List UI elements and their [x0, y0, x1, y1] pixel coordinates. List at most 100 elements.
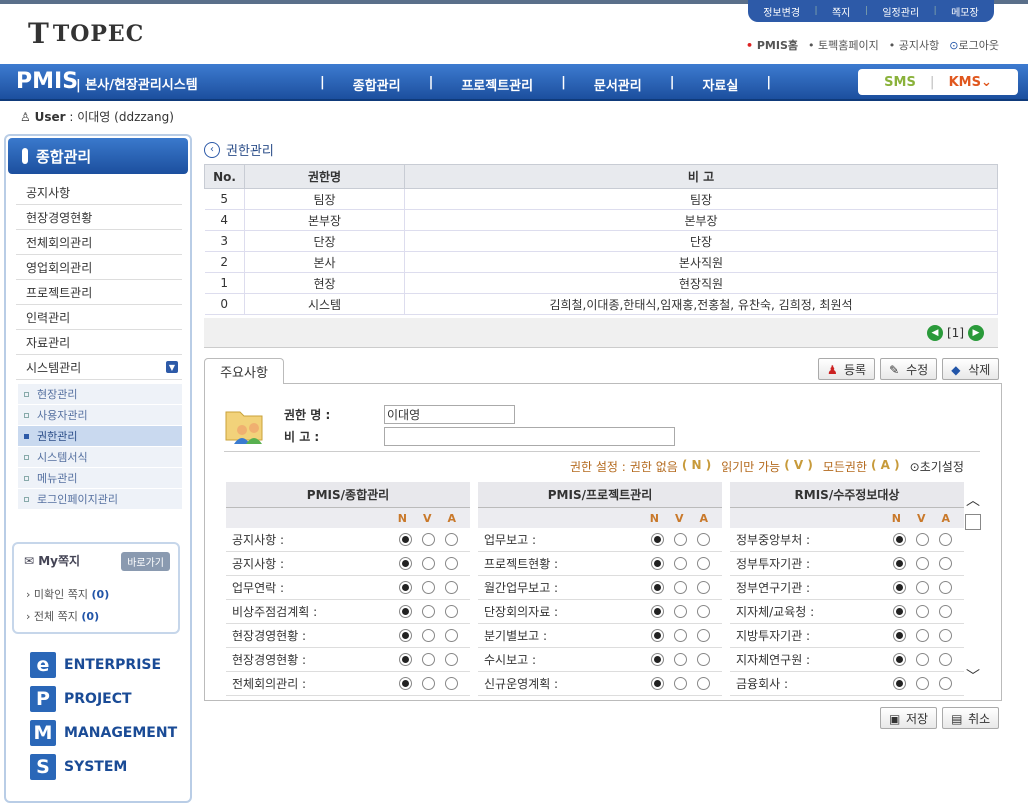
radio-v[interactable]: [916, 533, 929, 546]
radio-a[interactable]: [939, 629, 952, 642]
radio-n[interactable]: [399, 557, 412, 570]
sidebar-item-system[interactable]: 시스템관리 ▼: [16, 355, 182, 380]
radio-n[interactable]: [893, 605, 906, 618]
radio-v[interactable]: [674, 677, 687, 690]
save-button[interactable]: ▣ 저장: [880, 707, 938, 729]
radio-v[interactable]: [422, 605, 435, 618]
radio-a[interactable]: [939, 581, 952, 594]
homepage-link[interactable]: • 토펙홈페이지: [808, 37, 879, 53]
all-messages-link[interactable]: › 전체 쪽지 (0): [26, 608, 99, 624]
radio-n[interactable]: [893, 677, 906, 690]
radio-n[interactable]: [651, 557, 664, 570]
scroll-down-icon[interactable]: ﹀: [966, 666, 980, 686]
radio-v[interactable]: [674, 581, 687, 594]
radio-n[interactable]: [399, 677, 412, 690]
company-logo[interactable]: T TOPEC: [28, 20, 144, 48]
radio-v[interactable]: [422, 653, 435, 666]
radio-v[interactable]: [916, 557, 929, 570]
radio-n[interactable]: [399, 581, 412, 594]
radio-a[interactable]: [939, 533, 952, 546]
gnb-project[interactable]: 프로젝트관리: [461, 75, 533, 94]
radio-v[interactable]: [674, 533, 687, 546]
prev-page-icon[interactable]: ◀: [927, 324, 943, 341]
radio-v[interactable]: [422, 677, 435, 690]
gnb-general[interactable]: 종합관리: [353, 75, 401, 94]
table-row[interactable]: 3 단장 단장: [204, 230, 998, 252]
kms-button[interactable]: KMS⌄: [949, 75, 992, 90]
page-number[interactable]: [1]: [947, 326, 964, 340]
radio-n[interactable]: [893, 629, 906, 642]
radio-a[interactable]: [445, 677, 458, 690]
radio-v[interactable]: [422, 533, 435, 546]
radio-a[interactable]: [697, 557, 710, 570]
radio-a[interactable]: [939, 653, 952, 666]
radio-v[interactable]: [916, 629, 929, 642]
my-message-go-button[interactable]: 바로가기: [121, 552, 170, 571]
radio-v[interactable]: [916, 605, 929, 618]
util-schedule-link[interactable]: 일정관리: [882, 4, 919, 19]
notice-link[interactable]: • 공지사항: [889, 37, 939, 53]
delete-button[interactable]: ◆ 삭제: [942, 358, 1000, 380]
radio-v[interactable]: [674, 629, 687, 642]
radio-n[interactable]: [651, 677, 664, 690]
radio-n[interactable]: [399, 605, 412, 618]
sidebar-item-site-status[interactable]: 현장경영현황: [16, 205, 182, 230]
tab-main[interactable]: 주요사항: [204, 358, 284, 384]
note-input[interactable]: [384, 427, 675, 446]
radio-n[interactable]: [651, 653, 664, 666]
radio-a[interactable]: [697, 581, 710, 594]
radio-v[interactable]: [422, 629, 435, 642]
pmis-logo[interactable]: PMIS: [16, 69, 78, 94]
radio-a[interactable]: [697, 605, 710, 618]
table-row[interactable]: 5 팀장 팀장: [204, 188, 998, 210]
radio-a[interactable]: [697, 677, 710, 690]
pmis-home-link[interactable]: • PMIS홈: [746, 37, 798, 53]
radio-a[interactable]: [939, 605, 952, 618]
radio-a[interactable]: [939, 557, 952, 570]
reset-link[interactable]: ⊙초기설정: [910, 458, 964, 475]
back-arrow-icon[interactable]: ‹: [204, 141, 220, 158]
sidebar-item-all-meeting[interactable]: 전체회의관리: [16, 230, 182, 255]
sms-button[interactable]: SMS: [884, 75, 916, 90]
sub-item-site[interactable]: 현장관리: [18, 384, 182, 404]
sidebar-item-hr[interactable]: 인력관리: [16, 305, 182, 330]
sub-item-menus[interactable]: 메뉴관리: [18, 468, 182, 488]
radio-n[interactable]: [893, 533, 906, 546]
util-memo-link[interactable]: 메모장: [951, 4, 979, 19]
radio-a[interactable]: [445, 557, 458, 570]
table-row[interactable]: 4 본부장 본부장: [204, 209, 998, 231]
next-page-icon[interactable]: ▶: [968, 324, 984, 341]
radio-a[interactable]: [445, 605, 458, 618]
radio-n[interactable]: [893, 653, 906, 666]
radio-v[interactable]: [916, 581, 929, 594]
role-name-input[interactable]: 이대영: [384, 405, 515, 424]
radio-v[interactable]: [422, 557, 435, 570]
sub-item-forms[interactable]: 시스템서식: [18, 447, 182, 467]
radio-a[interactable]: [445, 533, 458, 546]
logout-link[interactable]: ⊙로그아웃: [949, 37, 999, 53]
radio-n[interactable]: [651, 605, 664, 618]
unread-messages-link[interactable]: › 미확인 쪽지 (0): [26, 586, 109, 602]
radio-n[interactable]: [651, 533, 664, 546]
sidebar-item-sales-meeting[interactable]: 영업회의관리: [16, 255, 182, 280]
radio-a[interactable]: [445, 629, 458, 642]
radio-a[interactable]: [445, 581, 458, 594]
radio-n[interactable]: [399, 653, 412, 666]
radio-v[interactable]: [674, 557, 687, 570]
edit-button[interactable]: ✎ 수정: [880, 358, 938, 380]
gnb-document[interactable]: 문서관리: [594, 75, 642, 94]
register-button[interactable]: ♟ 등록: [818, 358, 876, 380]
sidebar-item-project[interactable]: 프로젝트관리: [16, 280, 182, 305]
gnb-archive[interactable]: 자료실: [702, 75, 738, 94]
util-message-link[interactable]: 쪽지: [832, 4, 850, 19]
radio-v[interactable]: [916, 677, 929, 690]
radio-v[interactable]: [422, 581, 435, 594]
radio-a[interactable]: [445, 653, 458, 666]
radio-n[interactable]: [399, 533, 412, 546]
sidebar-item-notice[interactable]: 공지사항: [16, 180, 182, 205]
radio-v[interactable]: [674, 653, 687, 666]
radio-n[interactable]: [399, 629, 412, 642]
table-row[interactable]: 2 본사 본사직원: [204, 251, 998, 273]
radio-n[interactable]: [893, 581, 906, 594]
table-row[interactable]: 0 시스템 김희철,이대종,한태식,임재홍,전홍철, 유찬숙, 김희정, 최원석: [204, 293, 998, 315]
